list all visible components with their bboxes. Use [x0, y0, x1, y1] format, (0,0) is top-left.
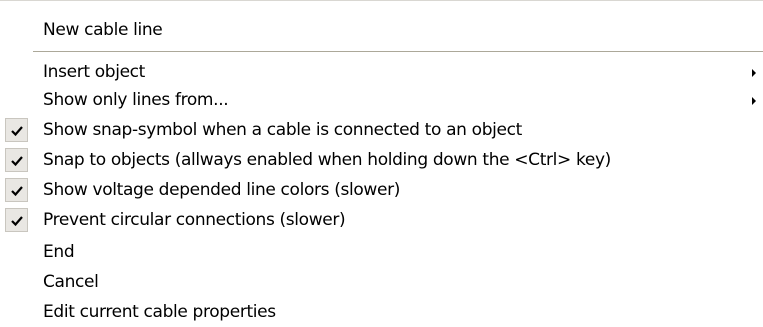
menu-item-snap-to-objects[interactable]: Snap to objects (allways enabled when ho…	[0, 147, 763, 173]
menu-item-new-cable-line[interactable]: New cable line	[0, 17, 763, 43]
menu-item-label: Show only lines from...	[43, 90, 229, 110]
checkmark-icon	[5, 178, 28, 202]
submenu-arrow-icon	[752, 97, 756, 105]
checkmark-icon	[5, 148, 28, 172]
context-menu: New cable line Insert object Show only l…	[0, 0, 763, 327]
menu-item-show-snap-symbol[interactable]: Show snap-symbol when a cable is connect…	[0, 117, 763, 143]
menu-item-show-voltage-line-colors[interactable]: Show voltage depended line colors (slowe…	[0, 177, 763, 203]
checkmark-icon	[5, 118, 28, 142]
menu-item-prevent-circular-connections[interactable]: Prevent circular connections (slower)	[0, 207, 763, 233]
menu-top-border	[0, 0, 763, 1]
menu-item-label: Insert object	[43, 62, 145, 82]
menu-item-cancel[interactable]: Cancel	[0, 269, 763, 295]
menu-item-edit-cable-properties[interactable]: Edit current cable properties	[0, 299, 763, 325]
menu-item-insert-object[interactable]: Insert object	[0, 59, 763, 85]
menu-item-label: Show voltage depended line colors (slowe…	[43, 180, 401, 200]
menu-item-label: Cancel	[43, 272, 99, 292]
menu-item-end[interactable]: End	[0, 239, 763, 265]
menu-item-label: Edit current cable properties	[43, 302, 276, 322]
menu-separator	[33, 51, 763, 53]
menu-item-label: New cable line	[43, 20, 163, 40]
menu-item-label: End	[43, 242, 75, 262]
menu-item-label: Snap to objects (allways enabled when ho…	[43, 150, 611, 170]
checkmark-icon	[5, 208, 28, 232]
menu-item-show-only-lines-from[interactable]: Show only lines from...	[0, 87, 763, 113]
submenu-arrow-icon	[752, 69, 756, 77]
menu-item-label: Prevent circular connections (slower)	[43, 210, 346, 230]
menu-item-label: Show snap-symbol when a cable is connect…	[43, 120, 522, 140]
